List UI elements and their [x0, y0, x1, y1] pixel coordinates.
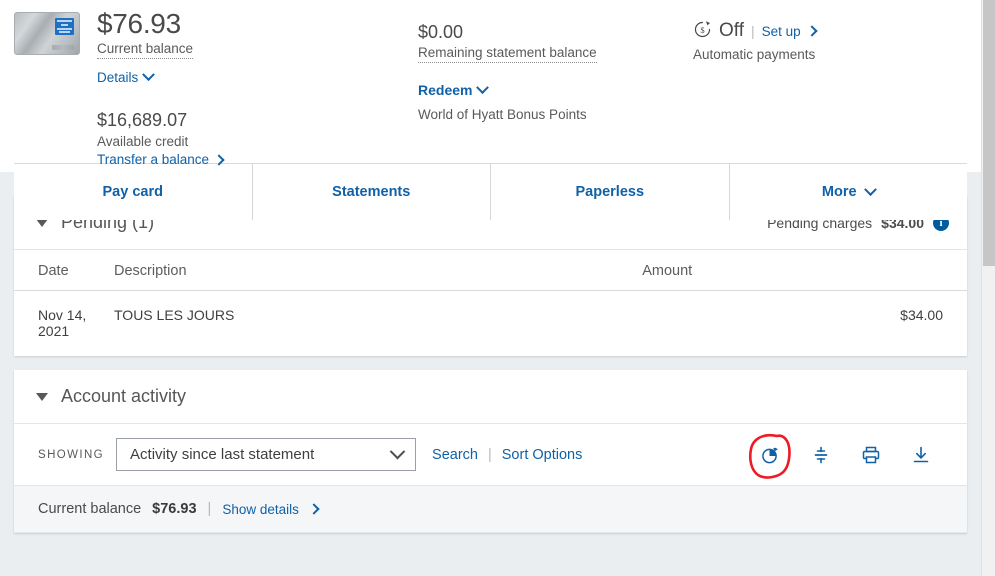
caret-down-icon	[36, 392, 48, 401]
pending-panel: Pending (1) Pending charges $34.00 i Dat…	[14, 196, 967, 356]
current-balance-amount: $76.93	[97, 8, 181, 39]
column-header-description: Description	[114, 250, 643, 291]
showing-label: Showing	[38, 448, 105, 461]
details-link[interactable]: Details	[97, 68, 418, 85]
toolbar-icon-group	[748, 433, 945, 479]
tab-paperless[interactable]: Paperless	[491, 164, 730, 220]
print-icon[interactable]	[859, 443, 883, 467]
tab-statements[interactable]: Statements	[253, 164, 491, 220]
current-balance-strip: Current balance $76.93 | Show details	[14, 486, 967, 533]
chevron-down-icon	[863, 182, 877, 196]
chevron-right-icon	[806, 25, 818, 37]
split-transaction-icon[interactable]	[809, 443, 833, 467]
rewards-program-label: World of Hyatt Bonus Points	[418, 107, 587, 122]
download-icon[interactable]	[909, 443, 933, 467]
account-activity-panel: Account activity Showing Activity since …	[14, 370, 967, 533]
remaining-statement-label[interactable]: Remaining statement balance	[418, 44, 597, 63]
chevron-right-icon	[308, 503, 320, 515]
activity-toolbar: Showing Activity since last statement Se…	[14, 424, 967, 486]
redeem-link[interactable]: Redeem	[418, 80, 693, 98]
page-scrollbar[interactable]	[981, 0, 995, 576]
chevron-down-icon	[476, 80, 490, 94]
strip-divider: |	[207, 501, 212, 517]
search-link[interactable]: Search	[432, 447, 478, 463]
balance-column: $76.93 Current balance Details $16,689.0…	[88, 8, 418, 167]
card-art-column	[14, 8, 88, 163]
current-balance-label[interactable]: Current balance	[97, 40, 194, 59]
show-details-link[interactable]: Show details	[222, 502, 299, 517]
card-issuer-logo	[55, 18, 74, 35]
available-credit-amount: $16,689.07	[97, 110, 188, 130]
account-nav-tabs: Pay card Statements Paperless More	[14, 163, 967, 220]
chevron-down-icon	[389, 443, 406, 460]
toolbar-links: Search | Sort Options	[432, 447, 582, 463]
page-viewport: $76.93 Current balance Details $16,689.0…	[0, 0, 981, 576]
spending-chart-icon[interactable]	[748, 433, 791, 479]
remaining-statement-amount: $0.00	[418, 22, 464, 42]
toolbar-divider: |	[487, 446, 492, 463]
cell-date: Nov 14, 2021	[38, 307, 87, 339]
autopay-column: $ Off | Set up Automatic payments	[693, 8, 967, 163]
credit-card-art	[14, 12, 80, 55]
cell-amount: $34.00	[900, 307, 943, 323]
account-activity-toggle[interactable]: Account activity	[36, 386, 186, 407]
strip-balance-label: Current balance	[38, 501, 142, 517]
autopay-label: Automatic payments	[693, 47, 816, 62]
redeem-link-label: Redeem	[418, 82, 473, 98]
statement-column: $0.00 Remaining statement balance Redeem…	[418, 8, 693, 163]
available-credit-label: Available credit	[97, 134, 189, 149]
scrollbar-thumb[interactable]	[983, 0, 995, 266]
details-link-label: Details	[97, 70, 139, 85]
cell-description: TOUS LES JOURS	[114, 307, 235, 323]
autopay-status: Off	[719, 20, 744, 41]
column-header-amount: Amount	[642, 250, 967, 291]
activity-filter-select[interactable]: Activity since last statement	[116, 438, 417, 471]
tab-statements-label: Statements	[332, 184, 411, 200]
pending-transactions-table: Date Description Amount Nov 14, 2021 TOU…	[14, 250, 967, 356]
account-summary-header: $76.93 Current balance Details $16,689.0…	[0, 0, 981, 220]
chevron-down-icon	[142, 68, 156, 82]
account-activity-header: Account activity	[14, 370, 967, 424]
table-row[interactable]: Nov 14, 2021 TOUS LES JOURS $34.00	[14, 291, 967, 357]
activity-filter-value: Activity since last statement	[130, 446, 315, 463]
autopay-setup-link[interactable]: Set up	[762, 24, 801, 39]
table-header-row: Date Description Amount	[14, 250, 967, 291]
strip-balance-amount: $76.93	[152, 501, 197, 517]
svg-text:$: $	[700, 25, 705, 35]
tab-paperless-label: Paperless	[575, 184, 645, 200]
account-activity-title: Account activity	[61, 386, 187, 406]
auto-pay-icon: $	[693, 20, 712, 42]
autopay-divider: |	[751, 23, 755, 39]
card-number-strip	[52, 45, 74, 50]
sort-options-link[interactable]: Sort Options	[502, 447, 583, 463]
tab-pay-card[interactable]: Pay card	[14, 164, 253, 220]
tab-pay-card-label: Pay card	[102, 184, 163, 200]
tab-more-label: More	[821, 184, 857, 200]
tab-more[interactable]: More	[730, 164, 968, 220]
column-header-date: Date	[14, 250, 114, 291]
